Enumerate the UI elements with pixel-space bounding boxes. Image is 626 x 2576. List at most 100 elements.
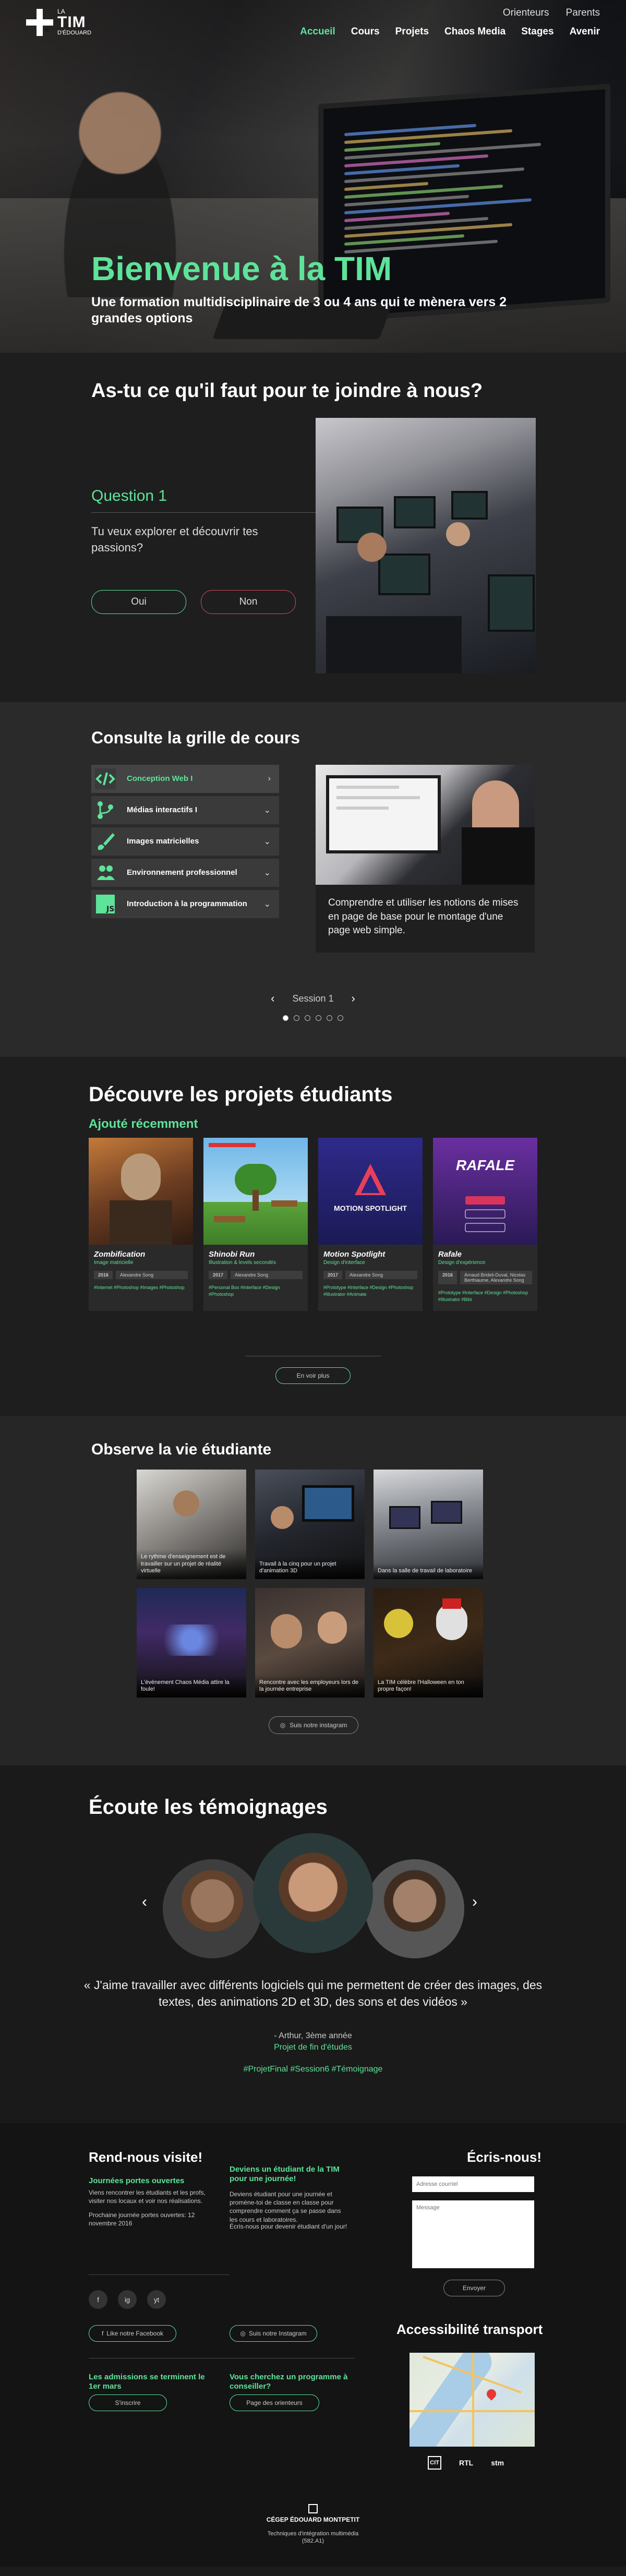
- visit-heading: Rend-nous visite!: [89, 2149, 203, 2165]
- student-day-text: Deviens étudiant pour une journée et pro…: [230, 2190, 341, 2223]
- top-links: Orienteurs Parents: [503, 7, 600, 19]
- no-button[interactable]: Non: [201, 590, 296, 614]
- chevron-right-icon[interactable]: ›: [352, 992, 355, 1005]
- project-card-rafale[interactable]: RAFALE Rafale Design d'expérience 2016 Ar…: [433, 1138, 537, 1311]
- people-icon: [91, 859, 119, 887]
- nav-stages[interactable]: Stages: [521, 26, 553, 38]
- hero-banner: Bienvenue à la TIM Une formation multidi…: [0, 0, 626, 353]
- register-button[interactable]: S'inscrire: [89, 2394, 167, 2411]
- nav-avenir[interactable]: Avenir: [570, 26, 600, 38]
- facebook-icon[interactable]: f: [89, 2290, 107, 2309]
- session-dot[interactable]: [294, 1015, 299, 1021]
- counselors-page-button[interactable]: Page des orienteurs: [230, 2394, 319, 2411]
- course-item-images-matricielles[interactable]: Images matricielles ⌄: [91, 827, 279, 856]
- photo-3d-animation[interactable]: Travail à la cinq pour un projet d'anima…: [255, 1470, 365, 1579]
- send-button[interactable]: Envoyer: [443, 2280, 505, 2296]
- cegep-logo-icon: [308, 2504, 318, 2513]
- photo-employer-day[interactable]: Rencontre avec les employeurs lors de la…: [255, 1588, 365, 1698]
- open-house-next: Prochaine journée portes ouvertes: 12 no…: [89, 2211, 195, 2228]
- projects-section: Découvre les projets étudiants Ajouté ré…: [0, 1057, 626, 1416]
- testimonial-hashtags: #ProjetFinal #Session6 #Témoignage: [243, 2065, 383, 2074]
- photo-halloween[interactable]: La TIM célèbre l'Halloween en ton propre…: [374, 1588, 483, 1698]
- see-more-button[interactable]: En voir plus: [275, 1367, 351, 1384]
- courses-heading: Consulte la grille de cours: [91, 728, 300, 747]
- quiz-section: As-tu ce qu'il faut pour te joindre à no…: [0, 353, 626, 702]
- site-footer: Rend-nous visite! Journées portes ouvert…: [0, 2123, 626, 2567]
- transport-map[interactable]: [410, 2353, 535, 2447]
- svg-text:MOTION SPOTLIGHT: MOTION SPOTLIGHT: [334, 1204, 407, 1212]
- photo-chaos-media[interactable]: L'événement Chaos Média attire la foule!: [137, 1588, 246, 1698]
- session-dot[interactable]: [283, 1015, 288, 1021]
- session-dot[interactable]: [305, 1015, 310, 1021]
- testimonials-heading: Écoute les témoignages: [89, 1796, 328, 1819]
- message-field[interactable]: [412, 2200, 534, 2268]
- cit-icon: CIT: [428, 2456, 441, 2470]
- hero-title: Bienvenue à la TIM: [91, 250, 392, 287]
- js-icon: JS: [91, 890, 119, 918]
- youtube-icon[interactable]: yt: [147, 2290, 166, 2309]
- yes-button[interactable]: Oui: [91, 590, 186, 614]
- facebook-icon: f: [101, 2330, 104, 2337]
- session-switcher: ‹ Session 1 ›: [0, 992, 626, 1005]
- chevron-right-icon[interactable]: ›: [472, 1893, 477, 1911]
- zombie-portrait-image: [89, 1138, 193, 1245]
- hero-subtitle: Une formation multidisciplinaire de 3 ou…: [91, 295, 507, 326]
- nav-accueil[interactable]: Accueil: [300, 26, 335, 38]
- session-dot[interactable]: [327, 1015, 332, 1021]
- question-text: Tu veux explorer et découvrir tes passio…: [91, 525, 258, 554]
- question-label: Question 1: [91, 487, 167, 504]
- project-card-motion-spotlight[interactable]: MOTION SPOTLIGHT Motion Spotlight Design…: [318, 1138, 423, 1311]
- testimonial-program: Projet de fin d'études: [274, 2043, 352, 2052]
- testimonials-section: Écoute les témoignages ‹ › « J'aime trav…: [0, 1765, 626, 2123]
- brush-icon: [91, 827, 119, 856]
- college-name: CÉGEP ÉDOUARD MONTPETIT: [266, 2516, 360, 2523]
- transit-logos: CIT RTL stm: [428, 2456, 504, 2470]
- chevron-left-icon[interactable]: ‹: [271, 992, 274, 1005]
- transport-heading: Accessibilité transport: [396, 2321, 543, 2337]
- link-orienteurs[interactable]: Orienteurs: [503, 7, 549, 19]
- chevron-right-icon: ›: [268, 774, 271, 783]
- chevron-down-icon: ⌄: [263, 900, 271, 909]
- main-nav: Accueil Cours Projets Chaos Media Stages…: [300, 26, 600, 38]
- course-item-environnement-professionnel[interactable]: Environnement professionnel ⌄: [91, 859, 279, 887]
- classroom-photo: [316, 418, 536, 673]
- student-day-text-2: Écris-nous pour devenir étudiant d'un jo…: [230, 2223, 347, 2230]
- session-dot[interactable]: [316, 1015, 321, 1021]
- open-house-title: Journées portes ouvertes: [89, 2176, 185, 2185]
- session-dot[interactable]: [338, 1015, 343, 1021]
- divider: [89, 2274, 230, 2275]
- follow-instagram-button[interactable]: ◎ Suis notre instagram: [269, 1716, 358, 1734]
- course-item-medias-interactifs[interactable]: Médias interactifs I ⌄: [91, 796, 279, 824]
- testimonial-avatar-right[interactable]: [365, 1859, 464, 1958]
- chevron-left-icon[interactable]: ‹: [142, 1893, 147, 1911]
- link-parents[interactable]: Parents: [566, 7, 600, 19]
- stm-logo: stm: [491, 2459, 504, 2467]
- session-label: Session 1: [292, 993, 334, 1004]
- open-house-text: Viens rencontrer les étudiants et les pr…: [89, 2189, 206, 2205]
- divider: [91, 512, 316, 513]
- logo-tim: TIM: [57, 14, 86, 31]
- projects-subheading: Ajouté récemment: [89, 1117, 198, 1131]
- course-item-conception-web[interactable]: Conception Web I ›: [91, 765, 279, 793]
- facebook-like-button[interactable]: f Like notre Facebook: [89, 2325, 176, 2342]
- chevron-down-icon: ⌄: [263, 806, 271, 815]
- instagram-follow-button[interactable]: ◎ Suis notre Instagram: [230, 2325, 317, 2342]
- project-card-shinobi-run[interactable]: Shinobi Run Illustration & levels second…: [203, 1138, 308, 1311]
- course-item-introduction-programmation[interactable]: JS Introduction à la programmation ⌄: [91, 890, 279, 918]
- tim-logo[interactable]: LA TIM D'ÉDOUARD: [26, 8, 91, 36]
- testimonial-avatar-left[interactable]: [163, 1859, 262, 1958]
- student-life-heading: Observe la vie étudiante: [91, 1441, 272, 1458]
- photo-lab-room[interactable]: Dans la salle de travail de laboratoire: [374, 1470, 483, 1579]
- photo-vr-project[interactable]: Le rythme d'enseignement est de travaill…: [137, 1470, 246, 1579]
- motion-logo-image: MOTION SPOTLIGHT: [318, 1138, 423, 1245]
- testimonial-author: - Arthur, 3ème année: [274, 2031, 352, 2040]
- nav-projets[interactable]: Projets: [395, 26, 429, 38]
- instagram-icon[interactable]: ig: [118, 2290, 137, 2309]
- testimonial-avatar-active[interactable]: [253, 1833, 373, 1953]
- nav-cours[interactable]: Cours: [351, 26, 380, 38]
- project-card-zombification[interactable]: Zombification Image matricielle 2016 Alex…: [89, 1138, 193, 1311]
- email-field[interactable]: [412, 2176, 534, 2192]
- nav-chaos-media[interactable]: Chaos Media: [444, 26, 505, 38]
- instagram-icon: ◎: [280, 1722, 286, 1729]
- program-line: Techniques d'intégration multimédia: [267, 2530, 359, 2537]
